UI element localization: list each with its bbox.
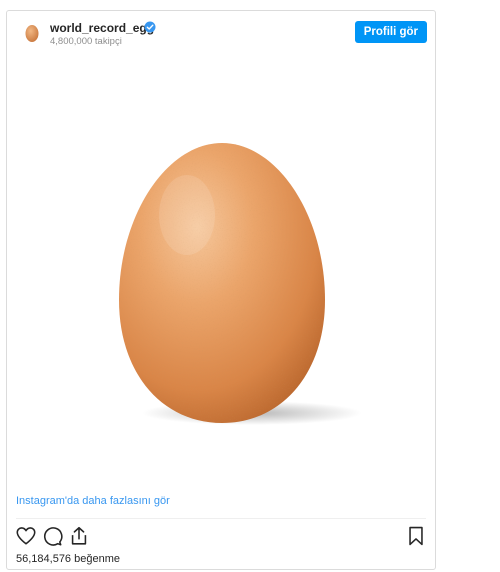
comment-icon[interactable]	[41, 525, 63, 547]
heart-icon[interactable]	[15, 525, 37, 547]
post-header: world_record_egg 4,800,000 takipçi Profi…	[7, 11, 435, 55]
post-image-egg[interactable]	[7, 55, 435, 491]
share-icon[interactable]	[68, 525, 90, 547]
like-count: 56,184,576 beğenme	[16, 553, 120, 565]
instagram-embed-card: world_record_egg 4,800,000 takipçi Profi…	[6, 10, 436, 570]
view-more-on-instagram-link[interactable]: Instagram'da daha fazlasını gör	[16, 495, 170, 507]
bookmark-icon[interactable]	[405, 525, 427, 547]
follower-count: 4,800,000 takipçi	[50, 36, 122, 47]
divider	[16, 518, 426, 519]
post-actions	[7, 521, 435, 551]
username[interactable]: world_record_egg	[50, 21, 154, 35]
view-profile-button[interactable]: Profili gör	[354, 21, 427, 43]
verified-badge-icon	[144, 20, 156, 33]
avatar[interactable]	[21, 22, 43, 44]
